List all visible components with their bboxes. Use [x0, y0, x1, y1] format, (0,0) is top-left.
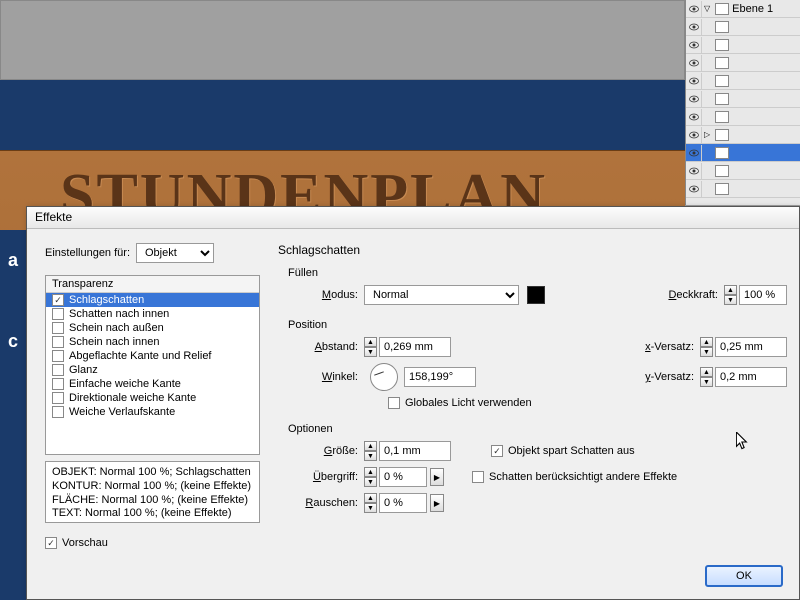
layer-name: Ebene 1: [732, 3, 773, 15]
size-input[interactable]: [379, 441, 451, 461]
visibility-icon[interactable]: [686, 145, 702, 161]
effects-list[interactable]: Transparenz Schlagschatten Schatten nach …: [45, 275, 260, 455]
visibility-icon[interactable]: [686, 73, 702, 89]
effect-checkbox[interactable]: [52, 392, 64, 404]
effect-label: Direktionale weiche Kante: [69, 392, 196, 404]
xoffset-label: x-Versatz:: [645, 341, 694, 353]
opacity-label: Deckkraft:: [668, 289, 718, 301]
visibility-icon[interactable]: [686, 163, 702, 179]
effect-checkbox[interactable]: [52, 406, 64, 418]
effect-item[interactable]: Schein nach außen: [46, 321, 259, 335]
settings-for-label: Einstellungen für:: [45, 247, 130, 259]
shadow-color-swatch[interactable]: [527, 286, 545, 304]
layer-row[interactable]: [686, 162, 800, 180]
opacity-up[interactable]: ▲: [724, 285, 737, 295]
visibility-icon[interactable]: [686, 91, 702, 107]
effect-checkbox[interactable]: [52, 378, 64, 390]
position-group-title: Position: [288, 319, 787, 331]
effects-summary: OBJEKT: Normal 100 %; Schlagschatten KON…: [45, 461, 260, 523]
yoffset-input[interactable]: [715, 367, 787, 387]
effect-item[interactable]: Direktionale weiche Kante: [46, 391, 259, 405]
effect-label: Weiche Verlaufskante: [69, 406, 175, 418]
effect-item[interactable]: Glanz: [46, 363, 259, 377]
effect-item[interactable]: Schatten nach innen: [46, 307, 259, 321]
layer-row[interactable]: [686, 180, 800, 198]
noise-input[interactable]: [379, 493, 427, 513]
layer-row[interactable]: ▷: [686, 126, 800, 144]
mode-label: Modus:: [296, 289, 358, 301]
spread-label: Übergriff:: [296, 471, 358, 483]
effect-label: Glanz: [69, 364, 98, 376]
layer-row[interactable]: [686, 108, 800, 126]
effect-item[interactable]: Schein nach innen: [46, 335, 259, 349]
distance-label: Abstand:: [296, 341, 358, 353]
xoffset-input[interactable]: [715, 337, 787, 357]
noise-flyout[interactable]: ▶: [430, 494, 444, 512]
spread-flyout[interactable]: ▶: [430, 468, 444, 486]
visibility-icon[interactable]: [686, 127, 702, 143]
visibility-icon[interactable]: [686, 37, 702, 53]
layer-row[interactable]: ▽Ebene 1: [686, 0, 800, 18]
side-strip: a c: [0, 230, 26, 600]
preview-label: Vorschau: [62, 537, 108, 549]
effect-label: Schein nach außen: [69, 322, 164, 334]
layer-row[interactable]: [686, 90, 800, 108]
yoffset-label: y-Versatz:: [645, 371, 694, 383]
visibility-icon[interactable]: [686, 19, 702, 35]
layer-row[interactable]: [686, 18, 800, 36]
effects-dialog: Effekte Einstellungen für: Objekt Transp…: [26, 206, 800, 600]
visibility-icon[interactable]: [686, 181, 702, 197]
effect-item[interactable]: Schlagschatten: [46, 293, 259, 307]
layer-row[interactable]: [686, 36, 800, 54]
effect-checkbox[interactable]: [52, 364, 64, 376]
size-label: Größe:: [296, 445, 358, 457]
effect-label: Einfache weiche Kante: [69, 378, 181, 390]
visibility-icon[interactable]: [686, 55, 702, 71]
effect-label: Schatten nach innen: [69, 308, 169, 320]
layer-row[interactable]: [686, 54, 800, 72]
noise-label: Rauschen:: [296, 497, 358, 509]
visibility-icon[interactable]: [686, 1, 702, 17]
global-light-checkbox[interactable]: [388, 397, 400, 409]
knockout-checkbox[interactable]: [491, 445, 503, 457]
opacity-input[interactable]: [739, 285, 787, 305]
opacity-down[interactable]: ▼: [724, 295, 737, 305]
ok-button[interactable]: OK: [705, 565, 783, 587]
angle-input[interactable]: [404, 367, 476, 387]
fill-group-title: Füllen: [288, 267, 787, 279]
effect-label: Schlagschatten: [69, 294, 144, 306]
effect-checkbox[interactable]: [52, 336, 64, 348]
list-header: Transparenz: [46, 276, 259, 293]
section-title: Schlagschatten: [278, 243, 787, 257]
effect-checkbox[interactable]: [52, 322, 64, 334]
honors-checkbox[interactable]: [472, 471, 484, 483]
effect-label: Schein nach innen: [69, 336, 160, 348]
effect-checkbox[interactable]: [52, 294, 64, 306]
mode-select[interactable]: Normal: [364, 285, 519, 305]
layer-row[interactable]: [686, 72, 800, 90]
spread-input[interactable]: [379, 467, 427, 487]
global-light-label: Globales Licht verwenden: [405, 397, 532, 409]
angle-dial[interactable]: [370, 363, 398, 391]
layers-panel[interactable]: ▽Ebene 1 ▷: [685, 0, 800, 205]
honors-label: Schatten berücksichtigt andere Effekte: [489, 471, 677, 483]
settings-for-select[interactable]: Objekt: [136, 243, 214, 263]
angle-label: Winkel:: [296, 371, 358, 383]
effect-item[interactable]: Einfache weiche Kante: [46, 377, 259, 391]
effect-item[interactable]: Abgeflachte Kante und Relief: [46, 349, 259, 363]
distance-input[interactable]: [379, 337, 451, 357]
layer-row[interactable]: [686, 144, 800, 162]
options-group-title: Optionen: [288, 423, 787, 435]
effect-checkbox[interactable]: [52, 350, 64, 362]
effect-label: Abgeflachte Kante und Relief: [69, 350, 212, 362]
visibility-icon[interactable]: [686, 109, 702, 125]
dialog-title: Effekte: [27, 207, 799, 229]
effect-checkbox[interactable]: [52, 308, 64, 320]
knockout-label: Objekt spart Schatten aus: [508, 445, 635, 457]
effect-item[interactable]: Weiche Verlaufskante: [46, 405, 259, 419]
preview-checkbox[interactable]: [45, 537, 57, 549]
